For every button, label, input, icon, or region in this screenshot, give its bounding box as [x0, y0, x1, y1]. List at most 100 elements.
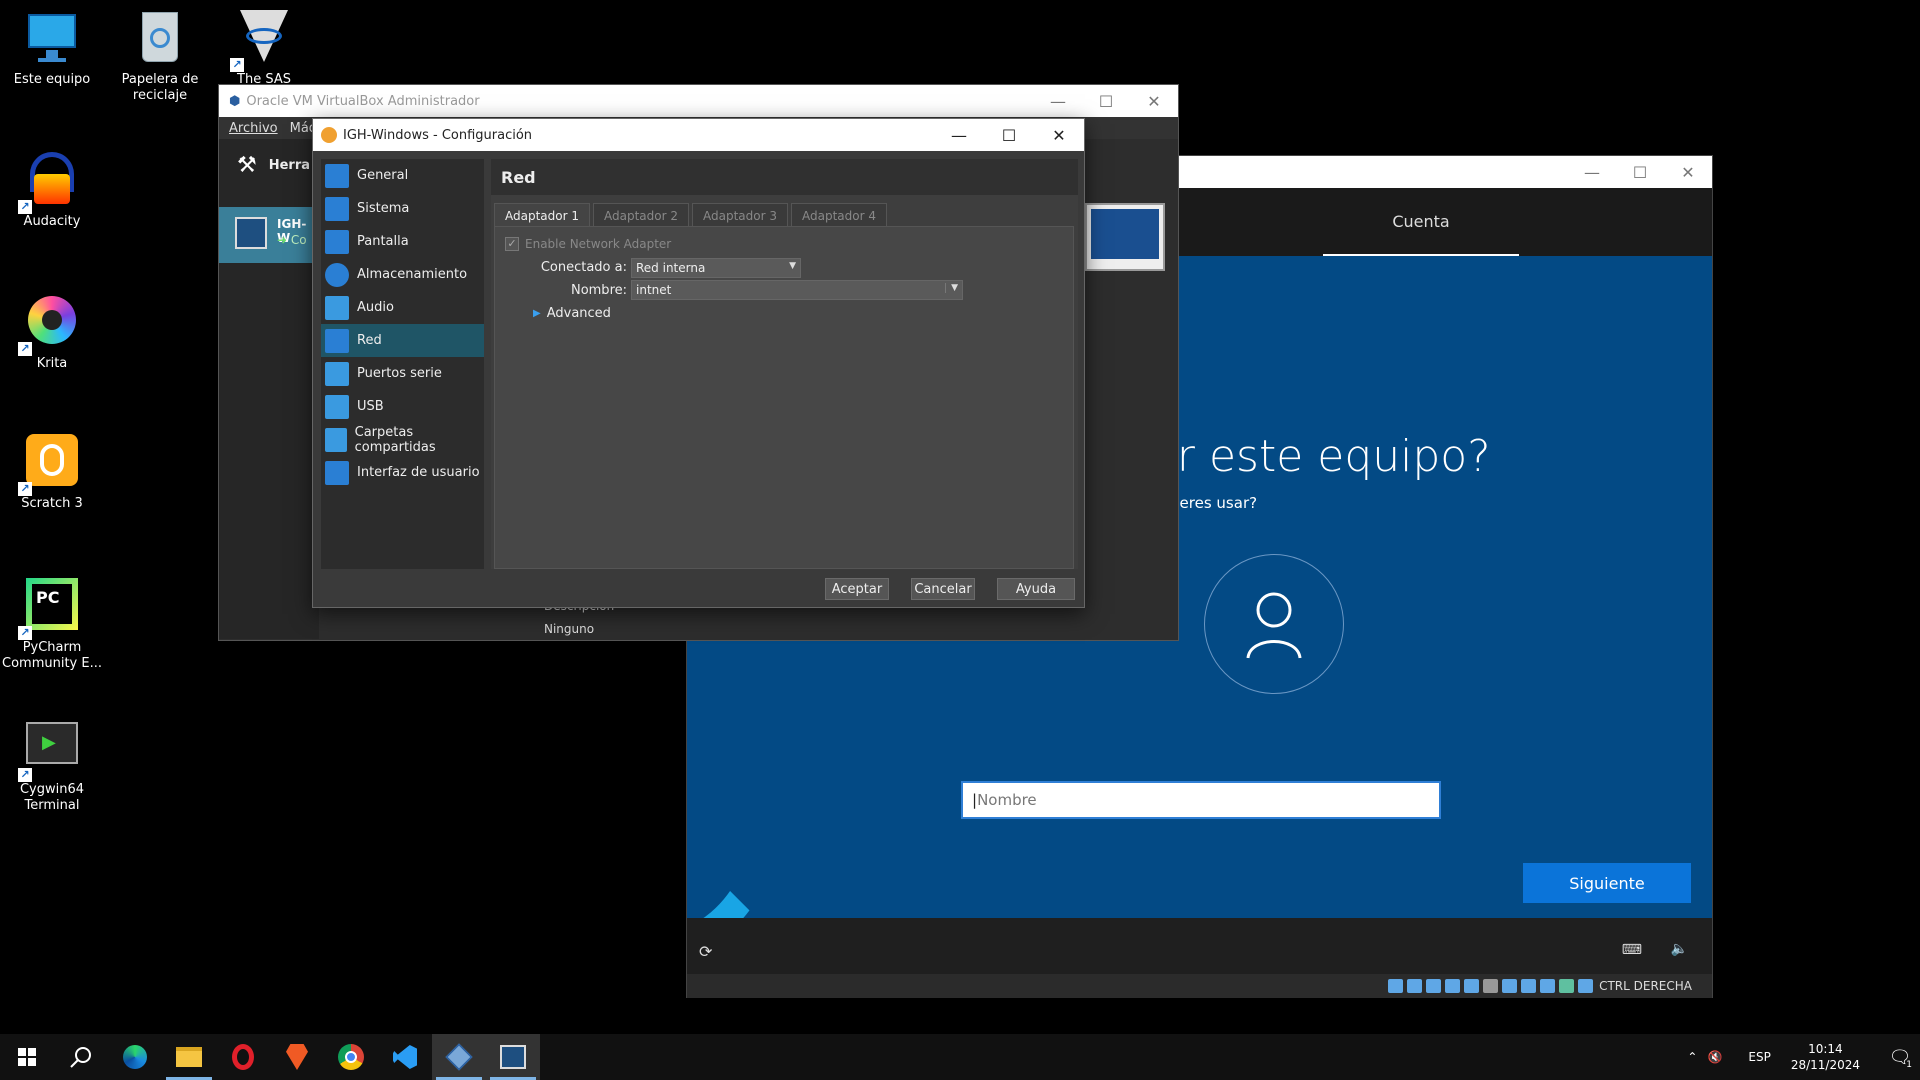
tab-adaptador-1[interactable]: Adaptador 1	[494, 203, 590, 227]
nav-item-pantalla[interactable]: Pantalla	[321, 225, 484, 258]
language-indicator[interactable]: ESP	[1748, 1050, 1770, 1064]
keyboard-icon[interactable]: ⌨	[1622, 942, 1642, 958]
dialog-titlebar[interactable]: IGH-Windows - Configuración — ☐ ✕	[313, 119, 1084, 151]
menu-archivo[interactable]: Archivo	[229, 121, 278, 136]
recycle-bin-icon	[132, 10, 188, 66]
name-input[interactable]: | Nombre	[961, 781, 1441, 819]
close-button[interactable]: ✕	[1664, 156, 1712, 188]
network-name-select[interactable]: intnet ▼	[631, 280, 963, 300]
dialog-title: IGH-Windows - Configuración	[343, 127, 533, 143]
taskbar-chrome[interactable]	[324, 1034, 378, 1080]
display-status-icon[interactable]	[1502, 979, 1518, 993]
ayuda-button[interactable]: Ayuda	[997, 578, 1075, 600]
tab-adaptador-2[interactable]: Adaptador 2	[593, 203, 689, 227]
nav-item-red[interactable]: Red	[321, 324, 484, 357]
vm-list-item[interactable]: IGH-W ➜ Co	[219, 207, 319, 263]
desktop-icon-papelera[interactable]: Papelera de reciclaje	[108, 10, 212, 104]
taskbar: ⌃ 🔇 ESP 10:14 28/11/2024 🗨 1	[0, 1034, 1920, 1080]
volume-icon[interactable]: 🔈	[1671, 941, 1688, 957]
desktop-icon-scratch[interactable]: ↗ Scratch 3	[0, 434, 104, 512]
tools-item[interactable]: ⚒ Herra	[219, 139, 319, 191]
maximize-button[interactable]: ☐	[1616, 156, 1664, 188]
usb-status-icon[interactable]	[1464, 979, 1480, 993]
general-icon	[325, 163, 349, 188]
attached-to-label: Conectado a:	[540, 260, 627, 275]
close-button[interactable]: ✕	[1034, 119, 1084, 151]
nav-item-almacenamiento[interactable]: Almacenamiento	[321, 258, 484, 291]
nav-item-general[interactable]: General	[321, 159, 484, 192]
taskbar-edge[interactable]	[108, 1034, 162, 1080]
maximize-button[interactable]: ☐	[1082, 85, 1130, 117]
dropdown-arrow-icon: ▼	[789, 261, 796, 271]
taskbar-vscode[interactable]	[378, 1034, 432, 1080]
show-hidden-icons-icon[interactable]: ⌃	[1687, 1050, 1697, 1064]
desktop-icon-krita[interactable]: ↗ Krita	[0, 294, 104, 372]
volume-muted-icon[interactable]: 🔇	[1707, 1050, 1722, 1064]
computer-icon	[24, 10, 80, 66]
nav-item-carpetas-compartidas[interactable]: Carpetas compartidas	[321, 423, 484, 456]
minimize-button[interactable]: —	[1568, 156, 1616, 188]
tab-adaptador-3[interactable]: Adaptador 3	[692, 203, 788, 227]
storage-status-icon[interactable]	[1388, 979, 1404, 993]
maximize-button[interactable]: ☐	[984, 119, 1034, 151]
accessibility-icon[interactable]: ⟳	[699, 942, 712, 961]
nav-item-puertos-serie[interactable]: Puertos serie	[321, 357, 484, 390]
detail-description-value: Ninguno	[544, 622, 595, 636]
vm-os-icon	[235, 217, 267, 249]
search-icon	[70, 1047, 91, 1068]
desktop-icon-label: Papelera de reciclaje	[121, 72, 199, 103]
vm-statusbar: CTRL DERECHA	[687, 974, 1712, 998]
desktop-icon-cygwin[interactable]: ▶ ↗ Cygwin64 Terminal	[0, 720, 104, 814]
tab-cuenta[interactable]: Cuenta	[1323, 188, 1519, 256]
audio-status-icon[interactable]	[1426, 979, 1442, 993]
minimize-button[interactable]: —	[934, 119, 984, 151]
siguiente-button[interactable]: Siguiente	[1523, 863, 1691, 903]
adapter-tabs: Adaptador 1 Adaptador 2 Adaptador 3 Adap…	[491, 203, 887, 227]
recording-status-icon[interactable]	[1521, 979, 1537, 993]
clock[interactable]: 10:14 28/11/2024	[1791, 1041, 1860, 1073]
scratch-icon: ↗	[18, 434, 80, 496]
taskbar-brave[interactable]	[270, 1034, 324, 1080]
virtualbox-icon	[445, 1043, 473, 1071]
dropdown-arrow-icon: ▼	[945, 283, 958, 293]
cancelar-button[interactable]: Cancelar	[911, 578, 975, 600]
minimize-button[interactable]: —	[1034, 85, 1082, 117]
taskbar-file-explorer[interactable]	[162, 1034, 216, 1080]
oobe-footer: ⟳ ⌨ 🔈	[687, 928, 1712, 974]
taskbar-vm-window[interactable]	[486, 1034, 540, 1080]
desktop-icon-pycharm[interactable]: PC ↗ PyCharm Community E...	[0, 578, 104, 672]
close-button[interactable]: ✕	[1130, 85, 1178, 117]
vm-window-icon	[500, 1045, 526, 1069]
network-status-icon[interactable]	[1445, 979, 1461, 993]
cpu-status-icon[interactable]	[1540, 979, 1556, 993]
host-key-icon[interactable]	[1578, 979, 1594, 993]
advanced-expander[interactable]: ▶ Advanced	[533, 306, 611, 321]
manager-title: Oracle VM VirtualBox Administrador	[246, 93, 480, 109]
enable-adapter-checkbox[interactable]: ✓ Enable Network Adapter	[505, 237, 671, 251]
attached-to-select[interactable]: Red interna ▼	[631, 258, 801, 278]
notification-center-button[interactable]: 🗨 1	[1880, 1034, 1920, 1080]
mouse-integration-icon[interactable]	[1559, 979, 1575, 993]
expand-triangle-icon: ▶	[533, 308, 541, 319]
settings-dialog[interactable]: IGH-Windows - Configuración — ☐ ✕ Genera…	[312, 118, 1085, 608]
taskbar-opera[interactable]	[216, 1034, 270, 1080]
nav-item-interfaz-usuario[interactable]: Interfaz de usuario	[321, 456, 484, 489]
shared-folder-status-icon[interactable]	[1483, 979, 1499, 993]
manager-titlebar[interactable]: ⬢ Oracle VM VirtualBox Administrador — ☐…	[219, 85, 1178, 117]
tab-adaptador-4[interactable]: Adaptador 4	[791, 203, 887, 227]
start-button[interactable]	[0, 1034, 54, 1080]
desktop-icon-este-equipo[interactable]: Este equipo	[0, 10, 104, 88]
nav-item-audio[interactable]: Audio	[321, 291, 484, 324]
nav-item-sistema[interactable]: Sistema	[321, 192, 484, 225]
desktop-icon-audacity[interactable]: ↗ Audacity	[0, 152, 104, 230]
clock-time: 10:14	[1808, 1042, 1843, 1056]
audacity-icon: ↗	[18, 152, 80, 214]
name-label: Nombre:	[570, 283, 627, 298]
taskbar-virtualbox[interactable]	[432, 1034, 486, 1080]
search-button[interactable]	[54, 1034, 108, 1080]
aceptar-button[interactable]: Aceptar	[825, 578, 889, 600]
optical-status-icon[interactable]	[1407, 979, 1423, 993]
nav-item-usb[interactable]: USB	[321, 390, 484, 423]
brave-icon	[286, 1044, 308, 1070]
adapter-panel: ✓ Enable Network Adapter Conectado a: Re…	[494, 226, 1074, 569]
